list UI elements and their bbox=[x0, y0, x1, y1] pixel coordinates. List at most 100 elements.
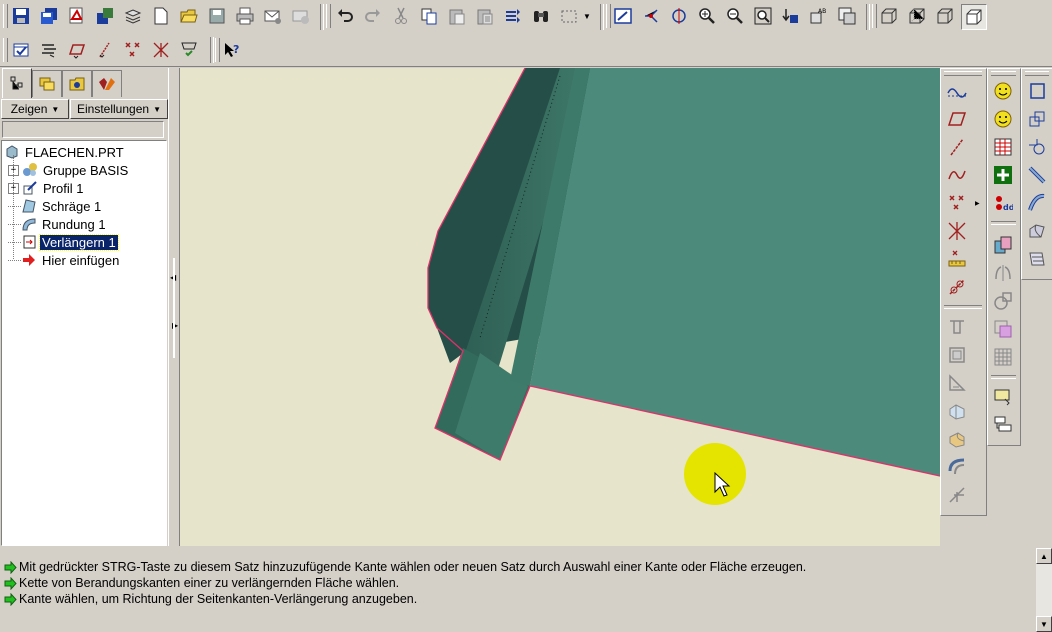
datum-point-icon[interactable] bbox=[945, 191, 969, 215]
family-table-icon[interactable]: dd bbox=[991, 191, 1015, 215]
layer-list-icon[interactable] bbox=[991, 413, 1015, 437]
tree-item-profil-1[interactable]: + Profil 1 bbox=[8, 179, 85, 197]
revolve-tool-icon[interactable] bbox=[1025, 107, 1049, 131]
undo-icon[interactable] bbox=[333, 4, 357, 28]
settings-dropdown-button[interactable]: Einstellungen ▼ bbox=[70, 99, 168, 119]
table-icon[interactable] bbox=[991, 135, 1015, 159]
layer-select-icon[interactable] bbox=[991, 385, 1015, 409]
chamfer-icon[interactable] bbox=[945, 455, 969, 479]
favorites-tab[interactable] bbox=[92, 70, 122, 97]
view-manager-icon[interactable]: AB bbox=[807, 4, 831, 28]
folder-browser-tab[interactable] bbox=[62, 70, 92, 97]
toolbar-grip[interactable] bbox=[3, 4, 8, 28]
named-view-icon[interactable] bbox=[779, 4, 803, 28]
boundary-blend-icon[interactable] bbox=[1025, 191, 1049, 215]
select-box-icon[interactable] bbox=[557, 4, 581, 28]
message-scrollbar[interactable]: ▲ ▼ bbox=[1036, 548, 1052, 632]
toolbar-grip[interactable] bbox=[1025, 71, 1049, 76]
variable-sweep-icon[interactable] bbox=[1025, 135, 1049, 159]
flyout-arrow-icon[interactable]: ▶ bbox=[975, 200, 980, 207]
orient-icon[interactable] bbox=[667, 4, 691, 28]
mail-gray-icon[interactable] bbox=[289, 4, 313, 28]
tree-item-schräge-1[interactable]: Schräge 1 bbox=[8, 197, 103, 215]
mail-icon[interactable] bbox=[261, 4, 285, 28]
help-pointer-icon[interactable]: ? bbox=[220, 38, 244, 62]
spin-center-icon[interactable] bbox=[639, 4, 663, 28]
datum-plane-icon[interactable] bbox=[945, 107, 969, 131]
graphics-viewport[interactable] bbox=[180, 68, 940, 546]
tree-filter-field[interactable] bbox=[2, 121, 164, 138]
model-tree-tab[interactable] bbox=[2, 68, 32, 98]
smiley-2-icon[interactable] bbox=[991, 107, 1015, 131]
datum-csys-icon[interactable] bbox=[93, 38, 117, 62]
scroll-down-button[interactable]: ▼ bbox=[1036, 616, 1052, 632]
datum-axes-icon[interactable] bbox=[37, 38, 61, 62]
datum-display-icon[interactable] bbox=[149, 38, 173, 62]
add-icon[interactable] bbox=[991, 163, 1015, 187]
zoom-out-icon[interactable] bbox=[723, 4, 747, 28]
no-hidden-icon[interactable] bbox=[933, 4, 957, 28]
find-icon[interactable] bbox=[529, 4, 553, 28]
print-icon[interactable] bbox=[233, 4, 257, 28]
redo-icon[interactable] bbox=[361, 4, 385, 28]
toolbar-grip[interactable] bbox=[3, 38, 8, 62]
new-icon[interactable] bbox=[149, 4, 173, 28]
copy-icon[interactable] bbox=[417, 4, 441, 28]
datum-curve-icon[interactable] bbox=[945, 163, 969, 187]
shading-icon[interactable] bbox=[961, 4, 987, 30]
extrude-surface-icon[interactable] bbox=[991, 233, 1015, 257]
smiley-icon[interactable] bbox=[991, 79, 1015, 103]
draft-feature-icon[interactable] bbox=[945, 399, 969, 423]
main-surface[interactable] bbox=[530, 68, 940, 476]
extrude-icon[interactable] bbox=[1025, 79, 1049, 103]
hidden-line-icon[interactable] bbox=[905, 4, 929, 28]
warp-icon[interactable] bbox=[1025, 247, 1049, 271]
pattern-icon[interactable] bbox=[991, 345, 1015, 369]
tree-item-gruppe-basis[interactable]: + Gruppe BASIS bbox=[8, 161, 130, 179]
toolbar-grip[interactable] bbox=[326, 4, 331, 28]
scroll-up-button[interactable]: ▲ bbox=[1036, 548, 1052, 564]
tree-item-hier-einfügen[interactable]: Hier einfügen bbox=[8, 251, 121, 269]
blend-icon[interactable] bbox=[1025, 163, 1049, 187]
wireframe-icon[interactable] bbox=[877, 4, 901, 28]
saved-views-icon[interactable] bbox=[835, 4, 859, 28]
toolbar-grip[interactable] bbox=[991, 71, 1016, 76]
tree-item-flaechen-prt[interactable]: FLAECHEN.PRT bbox=[4, 143, 126, 161]
cut-icon[interactable] bbox=[389, 4, 413, 28]
toolbar-grip[interactable] bbox=[944, 71, 982, 76]
paste-icon[interactable] bbox=[445, 4, 469, 28]
round-feature-icon[interactable] bbox=[945, 427, 969, 451]
whats-this-icon[interactable] bbox=[177, 38, 201, 62]
save-icon[interactable] bbox=[9, 4, 33, 28]
datum-axis-icon[interactable] bbox=[945, 135, 969, 159]
analysis-icon[interactable] bbox=[945, 247, 969, 271]
refit-icon[interactable] bbox=[751, 4, 775, 28]
regenerate-icon[interactable] bbox=[501, 4, 525, 28]
revolve-icon[interactable] bbox=[991, 289, 1015, 313]
save-copy-icon[interactable] bbox=[37, 4, 61, 28]
zoom-in-icon[interactable] bbox=[695, 4, 719, 28]
sketched-curve-icon[interactable] bbox=[945, 79, 969, 103]
pdf-icon[interactable] bbox=[65, 4, 89, 28]
layer-tree-tab[interactable] bbox=[32, 70, 62, 97]
chevron-down-icon[interactable]: ▼ bbox=[583, 12, 591, 21]
datum-points-icon[interactable] bbox=[65, 38, 89, 62]
show-dropdown-button[interactable]: Zeigen ▼ bbox=[1, 99, 69, 119]
tree-item-verlängern-1[interactable]: Verlängern 1 bbox=[8, 233, 119, 251]
shell-icon[interactable] bbox=[945, 343, 969, 367]
datum-curves-icon[interactable] bbox=[121, 38, 145, 62]
open-icon[interactable] bbox=[177, 4, 201, 28]
hole-icon[interactable] bbox=[945, 315, 969, 339]
mirror-icon[interactable] bbox=[991, 261, 1015, 285]
datum-planes-icon[interactable] bbox=[9, 38, 33, 62]
tree-item-rundung-1[interactable]: Rundung 1 bbox=[8, 215, 108, 233]
rib-icon[interactable] bbox=[945, 371, 969, 395]
layers-icon[interactable] bbox=[121, 4, 145, 28]
merge-icon[interactable] bbox=[991, 317, 1015, 341]
coordinate-system-icon[interactable] bbox=[945, 219, 969, 243]
paste-special-icon[interactable] bbox=[473, 4, 497, 28]
style-icon[interactable] bbox=[1025, 219, 1049, 243]
panel-splitter[interactable]: ◀ ▶ bbox=[168, 68, 180, 546]
repaint-icon[interactable] bbox=[611, 4, 635, 28]
save-file-icon[interactable] bbox=[205, 4, 229, 28]
